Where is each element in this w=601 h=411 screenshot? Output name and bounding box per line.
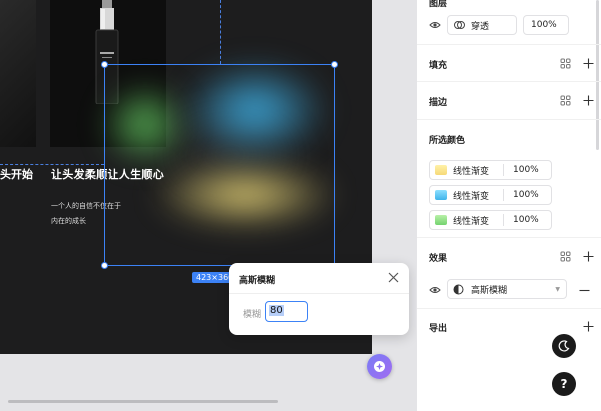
color-opacity[interactable]: 100% [513, 165, 539, 175]
canvas-area[interactable]: 头开始 让头发柔顺让人生顺心 一个人的自信不仅在于 内在的成长 423×360 … [0, 0, 416, 411]
plus-icon[interactable] [583, 251, 594, 262]
guide-line-horizontal [0, 164, 104, 165]
color-name: 线性渐变 [453, 191, 490, 202]
resize-handle-top-right[interactable] [331, 61, 338, 68]
guide-line-vertical [220, 0, 221, 64]
color-item[interactable]: 线性渐变 100% [429, 210, 552, 230]
layer-opacity-input[interactable]: 100% [523, 15, 569, 35]
blend-mode-icon [454, 21, 465, 29]
grid-icon[interactable] [560, 58, 571, 69]
color-swatch[interactable] [435, 165, 447, 175]
gaussian-blur-popup: 高斯模糊 模糊 80 [229, 263, 409, 335]
color-opacity[interactable]: 100% [513, 215, 539, 225]
layer-title: 图层 [429, 0, 448, 9]
blend-mode-value: 穿透 [471, 21, 490, 32]
stroke-title: 描边 [429, 98, 448, 108]
blur-value-text: 80 [269, 305, 284, 316]
grid-icon[interactable] [560, 95, 571, 106]
grid-icon[interactable] [560, 251, 571, 262]
selection-box[interactable] [101, 61, 338, 269]
product-image-left [0, 0, 36, 147]
color-opacity[interactable]: 100% [513, 190, 539, 200]
resize-handle-top-left[interactable] [101, 61, 108, 68]
minus-icon[interactable] [579, 285, 590, 296]
blur-value-input[interactable]: 80 [265, 301, 308, 322]
horizontal-scrollbar[interactable] [8, 400, 278, 403]
blur-field-label: 模糊 [243, 310, 262, 320]
divider [229, 293, 409, 294]
fill-title: 填充 [429, 61, 448, 71]
blur-effect-icon [453, 284, 464, 294]
effects-title: 效果 [429, 254, 448, 264]
ai-assistant-button[interactable] [367, 354, 392, 379]
color-swatch[interactable] [435, 215, 447, 225]
opacity-value: 100% [531, 20, 557, 30]
dark-mode-button[interactable] [552, 334, 576, 358]
export-title: 导出 [429, 324, 448, 334]
popup-title: 高斯模糊 [239, 276, 276, 286]
color-name: 线性渐变 [453, 166, 490, 177]
artboard-line-2: 内在的成长 [51, 217, 86, 225]
plus-icon[interactable] [583, 95, 594, 106]
resize-handle-bottom-left[interactable] [101, 262, 108, 269]
properties-panel: 图层 穿透 100% 填充 描边 所选颜色 线性渐变 100% 线性渐变 100… [416, 0, 601, 411]
stroke-section: 描边 [417, 82, 601, 120]
eye-icon[interactable] [429, 285, 441, 295]
effect-select[interactable]: 高斯模糊 ▼ [447, 279, 567, 299]
selected-colors-title: 所选颜色 [429, 136, 466, 146]
color-name: 线性渐变 [453, 216, 490, 227]
blend-mode-select[interactable]: 穿透 [447, 15, 517, 35]
color-item[interactable]: 线性渐变 100% [429, 185, 552, 205]
effect-name: 高斯模糊 [471, 285, 508, 296]
chevron-down-icon: ▼ [555, 285, 560, 293]
close-icon[interactable] [388, 272, 399, 283]
eye-icon[interactable] [429, 20, 441, 30]
plus-icon[interactable] [583, 321, 594, 332]
fill-section: 填充 [417, 45, 601, 82]
layer-section: 图层 穿透 100% [417, 0, 601, 45]
color-item[interactable]: 线性渐变 100% [429, 160, 552, 180]
moon-icon [558, 340, 570, 352]
ai-assistant-icon [374, 361, 385, 372]
artboard-text-left: 头开始 [0, 168, 33, 181]
plus-icon[interactable] [583, 58, 594, 69]
selected-colors-section: 所选颜色 线性渐变 100% 线性渐变 100% 线性渐变 100% [417, 120, 601, 238]
help-button[interactable]: ? [552, 372, 576, 396]
color-swatch[interactable] [435, 190, 447, 200]
